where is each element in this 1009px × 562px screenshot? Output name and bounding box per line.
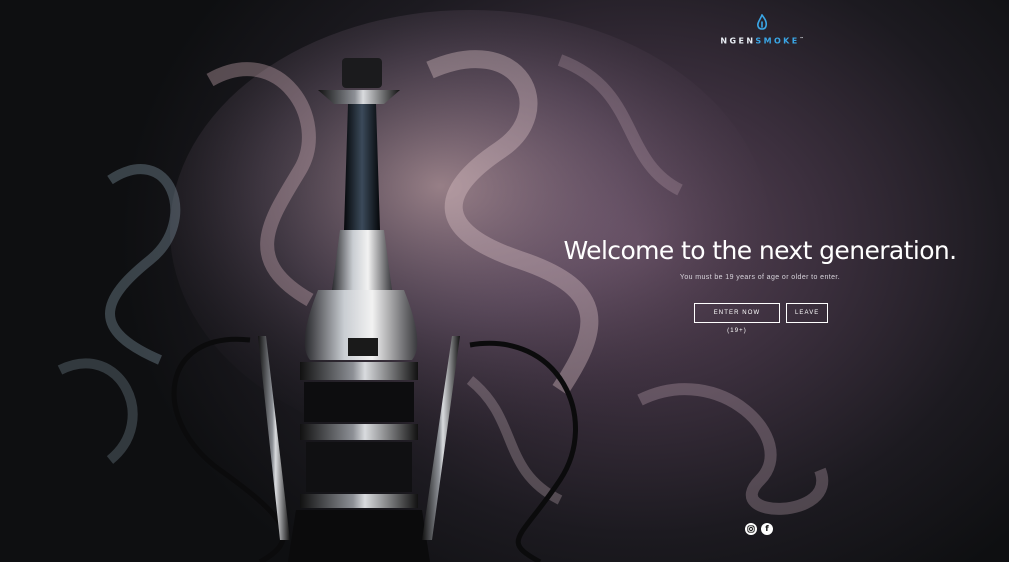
age-requirement-text: You must be 19 years of age or older to … — [679, 274, 841, 281]
enter-now-button[interactable]: ENTER NOW (19+) — [694, 303, 780, 334]
instagram-icon[interactable] — [745, 523, 757, 535]
facebook-glyph: f — [765, 524, 769, 533]
leave-button[interactable]: LEAVE — [786, 303, 828, 323]
age-gate-message: Welcome to the next generation. You must… — [560, 232, 960, 281]
page-title: Welcome to the next generation. — [563, 236, 958, 265]
age-gate-actions: ENTER NOW (19+) LEAVE — [694, 303, 828, 334]
age-gate-page: NGENSMOKE™ Welcome to the next generatio… — [0, 0, 1009, 562]
brand-wordmark: NGENSMOKE™ — [716, 36, 808, 46]
trademark-symbol: ™ — [799, 36, 804, 41]
social-links: f — [745, 523, 773, 535]
brand-logo[interactable]: NGENSMOKE™ — [716, 14, 808, 54]
brand-name-part-a: NGEN — [720, 36, 756, 46]
brand-name-part-b: SMOKE — [755, 36, 800, 46]
flame-power-icon — [757, 14, 768, 30]
facebook-icon[interactable]: f — [761, 523, 773, 535]
hookah-smoke-background — [57, 10, 829, 562]
